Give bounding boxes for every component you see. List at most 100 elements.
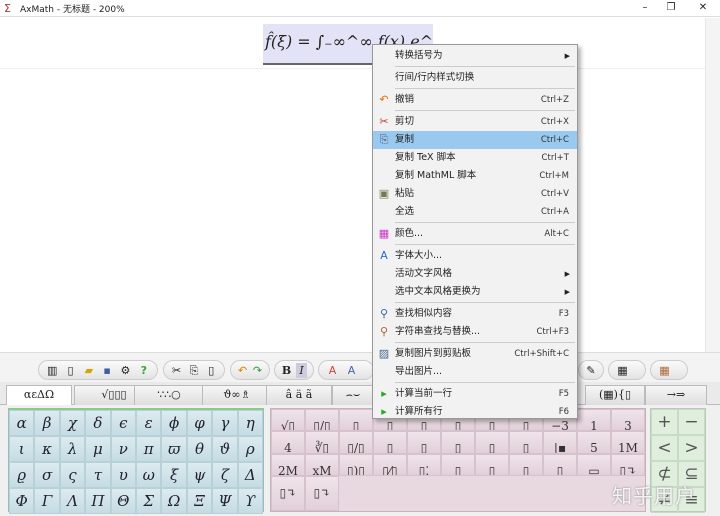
template-button[interactable]: √▯ xyxy=(271,409,305,432)
greek-symbol-button[interactable]: κ xyxy=(34,436,60,462)
greek-symbol-button[interactable]: α xyxy=(9,410,35,436)
menu-item[interactable]: A 字体大小... xyxy=(373,247,577,265)
operator-button[interactable]: > xyxy=(678,435,705,461)
template-button[interactable]: ▯⁄▯ xyxy=(373,453,407,476)
undo-icon[interactable]: ↶ xyxy=(237,363,248,378)
menu-item[interactable]: ▸ 计算当前一行 F5 xyxy=(373,385,577,403)
template-button[interactable]: 2M xyxy=(271,453,305,476)
template-button[interactable]: ▯↴ xyxy=(271,476,305,511)
menu-item[interactable]: 行间/行内样式切换 xyxy=(373,69,577,87)
greek-symbol-button[interactable]: ϒ xyxy=(237,488,263,514)
greek-symbol-button[interactable]: μ xyxy=(85,436,111,462)
greek-symbol-button[interactable]: π xyxy=(135,436,162,462)
restore-button[interactable]: ❐ xyxy=(656,0,686,16)
menu-item[interactable]: 导出图片... xyxy=(373,363,577,381)
greek-symbol-button[interactable]: Δ xyxy=(237,462,263,488)
text-style-icon[interactable]: A xyxy=(325,363,340,378)
greek-symbol-button[interactable]: Θ xyxy=(110,488,136,514)
template-button[interactable]: 4 xyxy=(271,431,305,454)
save-icon[interactable]: ▪ xyxy=(100,363,114,378)
template-button[interactable]: ▯ xyxy=(407,431,441,454)
matrix-icon[interactable]: ▦ xyxy=(615,363,630,378)
format-icon[interactable]: ▥ xyxy=(45,363,59,378)
menu-item[interactable]: 转换括号为 ▶ xyxy=(373,47,577,65)
greek-symbol-button[interactable]: β xyxy=(34,410,60,436)
greek-symbol-button[interactable]: ϱ xyxy=(9,462,35,488)
greek-symbol-button[interactable]: Γ xyxy=(34,488,60,514)
copy-icon[interactable]: ⎘ xyxy=(187,363,200,378)
menu-item[interactable]: 活动文字风格 ▶ xyxy=(373,265,577,283)
menu-item[interactable]: ⚲ 字符串查找与替换... Ctrl+F3 xyxy=(373,323,577,341)
vertical-scrollbar[interactable] xyxy=(705,18,720,352)
greek-symbol-button[interactable]: σ xyxy=(34,462,60,488)
operator-button[interactable]: < xyxy=(651,435,678,461)
menu-item[interactable]: ⚲ 查找相似内容 F3 xyxy=(373,305,577,323)
template-button[interactable]: xM xyxy=(305,453,339,476)
menu-item[interactable]: ▦ 颜色... Alt+C xyxy=(373,225,577,243)
redo-icon[interactable]: ↷ xyxy=(252,363,263,378)
paste-icon[interactable]: ▯ xyxy=(205,363,218,378)
tab-accents[interactable]: â ä ã xyxy=(266,385,332,405)
template-button[interactable]: 3 xyxy=(611,409,645,432)
greek-symbol-button[interactable]: ϑ xyxy=(212,436,238,462)
close-button[interactable]: ✕ xyxy=(688,0,718,16)
text-style-icon[interactable]: A xyxy=(344,363,359,378)
greek-symbol-button[interactable]: λ xyxy=(59,436,86,462)
greek-symbol-button[interactable]: ε xyxy=(135,410,162,436)
operator-button[interactable]: + xyxy=(651,409,678,435)
greek-symbol-button[interactable]: χ xyxy=(59,410,86,436)
new-file-icon[interactable]: ▯ xyxy=(63,363,77,378)
menu-item[interactable]: ↶ 撤销 Ctrl+Z xyxy=(373,91,577,109)
greek-symbol-button[interactable]: ω xyxy=(135,462,162,488)
menu-item[interactable]: ✂ 剪切 Ctrl+X xyxy=(373,113,577,131)
template-button[interactable]: ▯)▯ xyxy=(339,453,373,476)
template-button[interactable]: ▯ xyxy=(543,453,577,476)
menu-item[interactable]: ▸ 计算所有行 F6 xyxy=(373,403,577,421)
template-button[interactable]: |▪ xyxy=(543,431,577,454)
greek-symbol-button[interactable]: ζ xyxy=(212,462,238,488)
greek-symbol-button[interactable]: τ xyxy=(85,462,111,488)
menu-item[interactable]: ▨ 复制图片到剪贴板 Ctrl+Shift+C xyxy=(373,345,577,363)
italic-icon[interactable]: I xyxy=(296,362,307,378)
template-button[interactable]: ▯↴ xyxy=(611,453,645,476)
greek-symbol-button[interactable]: ϕ xyxy=(161,410,187,436)
tab-arcs[interactable]: ⌢⌣ xyxy=(332,385,374,405)
edit-icon[interactable]: ✎ xyxy=(585,363,597,378)
greek-symbol-button[interactable]: Λ xyxy=(59,488,86,514)
menu-item[interactable]: ⎘ 复制 Ctrl+C xyxy=(373,131,577,149)
template-button[interactable]: ▯ xyxy=(441,453,475,476)
greek-symbol-button[interactable]: Π xyxy=(85,488,111,514)
greek-symbol-button[interactable]: ς xyxy=(59,462,86,488)
greek-symbol-button[interactable]: υ xyxy=(110,462,136,488)
help-icon[interactable]: ? xyxy=(137,363,151,378)
greek-symbol-button[interactable]: θ xyxy=(186,436,213,462)
template-button[interactable]: ▯ xyxy=(475,453,509,476)
cut-icon[interactable]: ✂ xyxy=(170,363,183,378)
template-button[interactable]: ▯⁚ xyxy=(407,453,441,476)
greek-symbol-button[interactable]: ι xyxy=(9,436,35,462)
template-button[interactable]: ▯ xyxy=(373,431,407,454)
menu-item[interactable]: 复制 TeX 脚本 Ctrl+T xyxy=(373,149,577,167)
greek-symbol-button[interactable]: φ xyxy=(186,410,213,436)
gear-icon[interactable]: ⚙ xyxy=(118,363,132,378)
greek-symbol-button[interactable]: ψ xyxy=(186,462,213,488)
greek-symbol-button[interactable]: Ω xyxy=(161,488,187,514)
greek-symbol-button[interactable]: Σ xyxy=(135,488,162,514)
template-button[interactable]: 1M xyxy=(611,431,645,454)
menu-item[interactable]: 复制 MathML 脚本 Ctrl+M xyxy=(373,167,577,185)
bold-icon[interactable]: B xyxy=(281,363,292,378)
greek-symbol-button[interactable]: η xyxy=(237,410,263,436)
template-button[interactable]: ▯↴ xyxy=(305,476,339,511)
template-button[interactable]: ▭ xyxy=(577,453,611,476)
operator-button[interactable]: − xyxy=(678,409,705,435)
menu-item[interactable]: 选中文本风格更换为 ▶ xyxy=(373,283,577,301)
greek-symbol-button[interactable]: ν xyxy=(110,436,136,462)
greek-symbol-button[interactable]: ξ xyxy=(161,462,187,488)
template-button[interactable]: ▯ xyxy=(441,431,475,454)
template-button[interactable]: ▯ xyxy=(509,431,543,454)
tab-arrows[interactable]: →⇒ xyxy=(645,385,707,405)
menu-item[interactable]: ▣ 粘贴 Ctrl+V xyxy=(373,185,577,203)
greek-symbol-button[interactable]: ρ xyxy=(237,436,263,462)
template-button[interactable]: 1 xyxy=(577,409,611,432)
greek-symbol-button[interactable]: Φ xyxy=(9,488,35,514)
